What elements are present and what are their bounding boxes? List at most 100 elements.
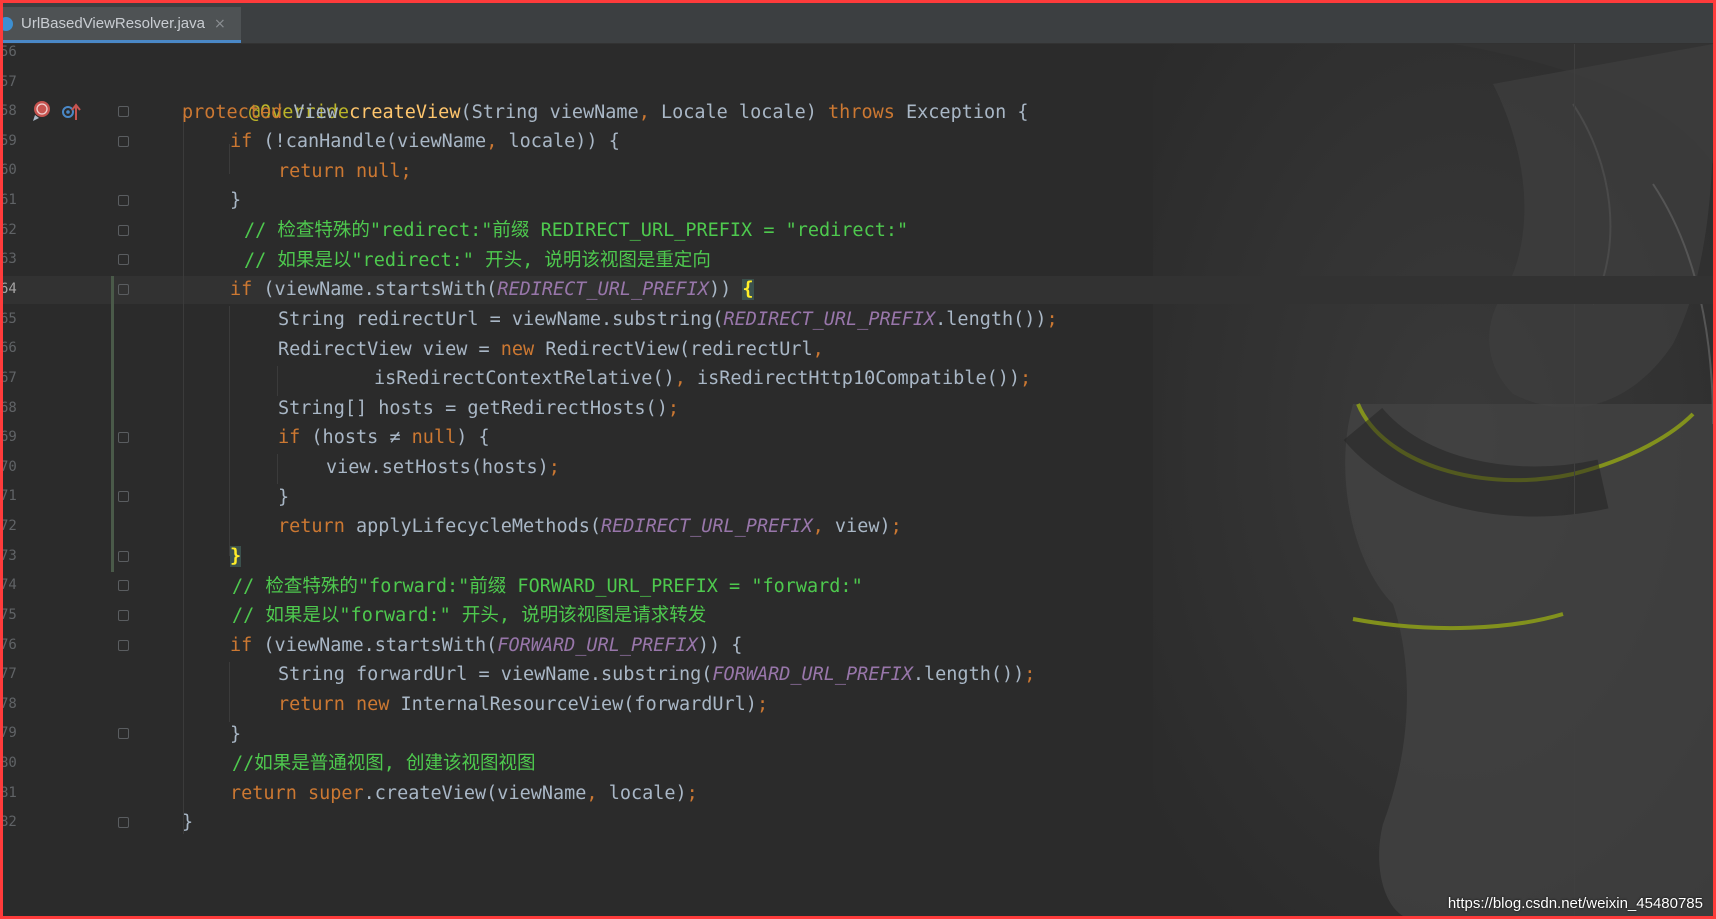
code-line-68: String[] hosts = getRedirectHosts(); [278, 394, 679, 424]
code-line-70: view.setHosts(hosts); [326, 453, 560, 483]
keyword-token: if [230, 279, 253, 300]
tab-urlbasedviewresolver[interactable]: UrlBasedViewResolver.java × [0, 7, 241, 43]
code-line-58: protected View createView(String viewNam… [182, 98, 1029, 128]
line-number: 57 [3, 74, 17, 90]
line-number: 65 [3, 311, 17, 327]
punct-token: , [638, 102, 650, 123]
method-name-token: createView [349, 102, 461, 123]
fold-marker[interactable] [118, 610, 129, 621]
tab-label: UrlBasedViewResolver.java [21, 15, 205, 32]
code-token: (viewName.startsWith( [252, 635, 498, 656]
code-token: RedirectView view = [278, 339, 501, 360]
punct-token: , [812, 516, 824, 537]
code-token: Exception { [894, 102, 1029, 123]
code-token: Locale locale) [649, 102, 829, 123]
fold-marker[interactable] [118, 640, 129, 651]
constant-token: REDIRECT_URL_PREFIX [601, 516, 813, 537]
code-token: (!canHandle(viewName [252, 131, 487, 152]
code-line-79: } [230, 720, 241, 750]
code-editor[interactable]: 56 57 58 59 60 61 62 63 64 65 66 67 68 6… [3, 44, 1713, 916]
code-token: (viewName.startsWith( [252, 279, 498, 300]
punct-token: ; [890, 516, 902, 537]
code-line-74: // 检查特殊的"forward:"前缀 FORWARD_URL_PREFIX … [232, 572, 863, 602]
editor-tab-bar: UrlBasedViewResolver.java × [0, 3, 1713, 44]
fold-marker[interactable] [118, 225, 129, 236]
code-token: (hosts ≠ [300, 427, 412, 448]
code-token: String redirectUrl = viewName.substring( [278, 309, 724, 330]
comment-token: // 如果是以"redirect:" 开头, 说明该视图是重定向 [244, 250, 711, 271]
code-token: view.setHosts(hosts) [326, 457, 549, 478]
line-number-current: 64 [3, 281, 17, 297]
comment-token: // 检查特殊的"forward:"前缀 FORWARD_URL_PREFIX … [232, 576, 863, 597]
fold-marker[interactable] [118, 284, 129, 295]
code-line-62: // 检查特殊的"redirect:"前缀 REDIRECT_URL_PREFI… [244, 216, 908, 246]
fold-marker[interactable] [118, 106, 129, 117]
indent-guide [229, 662, 230, 722]
punct-token: , [812, 339, 824, 360]
code-token: isRedirectContextRelative() [374, 368, 675, 389]
code-token: ) { [456, 427, 490, 448]
code-line-67: isRedirectContextRelative(), isRedirectH… [374, 364, 1031, 394]
close-icon[interactable]: × [214, 16, 226, 32]
punct-token: ; [548, 457, 560, 478]
fold-marker[interactable] [118, 728, 129, 739]
comment-token: // 如果是以"forward:" 开头, 说明该视图是请求转发 [232, 605, 707, 626]
fold-marker[interactable] [118, 580, 129, 591]
code-token: isRedirectHttp10Compatible()) [685, 368, 1021, 389]
punct-token: ; [686, 783, 698, 804]
code-token: .length()) [912, 664, 1025, 685]
code-token: } [182, 812, 194, 833]
comment-token: //如果是普通视图, 创建该视图视图 [232, 753, 536, 774]
line-number: 63 [3, 251, 17, 267]
keyword-token: throws [828, 102, 895, 123]
line-number: 62 [3, 222, 17, 238]
line-number: 66 [3, 340, 17, 356]
code-token: } [230, 190, 242, 211]
fold-marker[interactable] [118, 432, 129, 443]
punct-token: ; [667, 398, 679, 419]
punct-token: ; [1024, 664, 1036, 685]
code-token: } [278, 487, 290, 508]
code-token: RedirectView(redirectUrl [534, 339, 813, 360]
code-token: } [230, 724, 242, 745]
fold-marker[interactable] [118, 817, 129, 828]
line-number: 70 [3, 459, 17, 475]
keyword-token: return null; [278, 161, 412, 182]
indent-guide [277, 366, 278, 396]
code-line-69: if (hosts ≠ null) { [278, 423, 490, 453]
line-number: 72 [3, 518, 17, 534]
fold-marker[interactable] [118, 195, 129, 206]
punct-token: , [486, 131, 498, 152]
fold-marker[interactable] [118, 491, 129, 502]
line-number: 75 [3, 607, 17, 623]
code-token: .length()) [935, 309, 1047, 330]
line-number: 56 [3, 44, 17, 60]
constant-token: FORWARD_URL_PREFIX [497, 635, 698, 656]
punct-token: ; [1020, 368, 1032, 389]
fold-marker[interactable] [118, 254, 129, 265]
code-token: locale) [597, 783, 687, 804]
override-method-icon[interactable] [31, 99, 53, 123]
keyword-token: return super [230, 783, 364, 804]
code-token: InternalResourceView(forwardUrl) [389, 694, 757, 715]
code-line-60: return null; [278, 157, 412, 187]
code-token: view) [823, 516, 891, 537]
line-number: 68 [3, 400, 17, 416]
keyword-token: if [230, 635, 253, 656]
implemented-method-icon[interactable] [61, 101, 83, 123]
fold-marker[interactable] [118, 551, 129, 562]
vcs-change-marker[interactable] [111, 276, 114, 572]
code-line-65: String redirectUrl = viewName.substring(… [278, 305, 1058, 335]
indent-guide [229, 306, 230, 556]
code-token: String forwardUrl = viewName.substring( [278, 664, 713, 685]
code-line-76: if (viewName.startsWith(FORWARD_URL_PREF… [230, 631, 742, 661]
indent-guide [277, 454, 278, 484]
punct-token: ; [756, 694, 769, 715]
code-token: .createView(viewName [363, 783, 587, 804]
comment-token: // 检查特殊的"redirect:"前缀 REDIRECT_URL_PREFI… [244, 220, 909, 241]
fold-marker[interactable] [118, 136, 129, 147]
watermark-url: https://blog.csdn.net/weixin_45480785 [1447, 895, 1703, 912]
keyword-token: if [278, 427, 301, 448]
constant-token: REDIRECT_URL_PREFIX [723, 309, 936, 330]
line-number: 73 [3, 548, 17, 564]
